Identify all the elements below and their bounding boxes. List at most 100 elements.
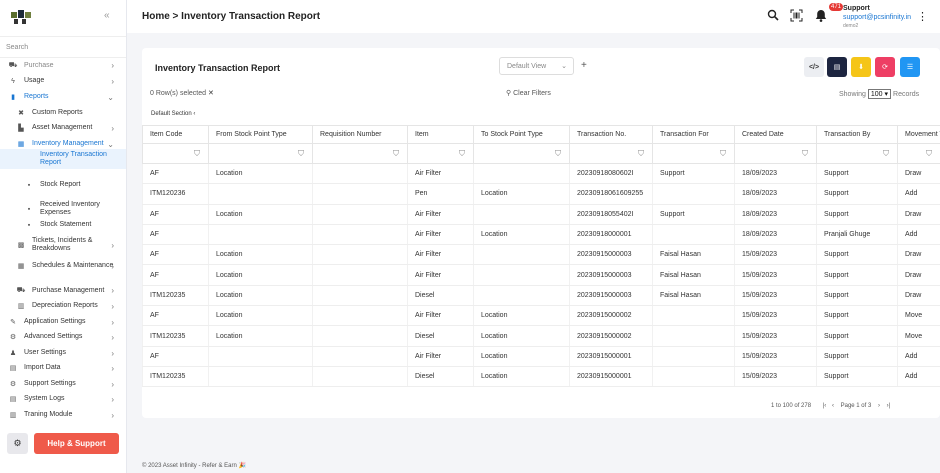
sidebar-item-depreciation-reports[interactable]: ▥ Depreciation Reports › [0,302,126,311]
cart-icon: ⛟ [16,287,26,294]
table-row[interactable]: AF Location Air Filter 20230915000003 Faisal… [142,244,940,266]
column-filter[interactable]: ⛉ [142,143,209,164]
sidebar-item-purchase-management[interactable]: ⛟ Purchase Management › [0,286,126,295]
table-row[interactable]: AF Location Air Filter Location 202309150000… [142,305,940,327]
first-page-icon[interactable]: |‹ [823,403,827,409]
sidebar-item-support-settings[interactable]: ⚙ Support Settings › [0,380,126,389]
filter-icon[interactable]: ⛉ [638,149,644,158]
table-row[interactable]: AF Air Filter Location 20230918000001 18/09/… [142,224,940,246]
sidebar-item-application-settings[interactable]: ✎ Application Settings › [0,318,126,327]
table-row[interactable]: AF Location Air Filter 20230918080602I Suppo… [142,163,940,185]
barcode-scan-icon[interactable] [790,9,803,25]
sidebar-item-asset-management[interactable]: ▙ Asset Management › [0,124,126,133]
records-label: Records [893,91,920,98]
footer: © 2023 Asset Infinity - Refer & Earn 🎉 [142,463,246,469]
sidebar-item-received-inventory-expenses[interactable]: ▪ Received Inventory Expenses [0,201,126,217]
filter-icon[interactable]: ⛉ [555,149,561,158]
sidebar-item-label: Purchase [24,61,54,69]
default-section-toggle[interactable]: Default Section ‹ [151,111,195,117]
clear-selection-icon[interactable]: ✕ [208,90,214,97]
column-header[interactable]: Item [407,125,474,144]
column-filter[interactable]: ⛉ [312,143,408,164]
records-per-page-select[interactable]: 100 ▾ [867,89,892,99]
code-view-button[interactable]: </> [804,57,824,77]
table-row[interactable]: ITM120236 Pen Location 20230918061609255 18/… [142,183,940,205]
sidebar-item-reports[interactable]: ▮ Reports ⌄ [0,92,126,102]
filter-icon[interactable]: ⛉ [194,149,200,158]
column-header[interactable]: Requisition Number [312,125,408,144]
filter-icon[interactable]: ⛉ [459,149,465,158]
add-view-icon[interactable]: + [581,60,587,71]
showing-label: Showing [839,91,866,98]
bell-icon[interactable] [815,9,827,25]
sidebar-item-schedules-maintenance[interactable]: ▦ Schedules & Maintenance › [0,262,126,271]
sidebar-search-input[interactable]: Search [0,36,126,58]
column-header[interactable]: Transaction No. [569,125,653,144]
column-settings-button[interactable]: ☰ [900,57,920,77]
sidebar-item-stock-statement[interactable]: ▪ Stock Statement [0,221,126,229]
table-row[interactable]: ITM120235 Diesel Location 20230915000001 15/… [142,366,940,388]
column-filter[interactable]: ⛉ [208,143,313,164]
table-cell [652,183,735,205]
table-cell: 18/09/2023 [734,183,817,205]
column-filter[interactable]: ⛉ [473,143,570,164]
search-icon[interactable] [767,9,779,24]
column-header[interactable]: Transaction For [652,125,735,144]
filter-icon[interactable]: ⛉ [802,149,808,158]
help-support-button[interactable]: Help & Support [34,433,119,454]
table-row[interactable]: ITM120235 Location Diesel 20230915000003 Fai… [142,285,940,307]
settings-gear-button[interactable]: ⚙ [7,433,28,454]
column-header[interactable]: Created Date [734,125,817,144]
sidebar-item-inventory-transaction-report[interactable]: Inventory Transaction Report [0,149,126,169]
last-page-icon[interactable]: ›| [887,403,891,409]
column-header[interactable]: Movement T [897,125,940,144]
sidebar-item-import-data[interactable]: ▤ Import Data › [0,364,126,373]
clear-filters-button[interactable]: ⚲ Clear Filters [506,89,551,97]
table-row[interactable]: AF Location Air Filter 20230918055402I Suppo… [142,204,940,225]
table-row[interactable]: AF Location Air Filter 20230915000003 Faisal… [142,264,940,286]
column-header[interactable]: From Stock Point Type [208,125,313,144]
sidebar-item-purchase[interactable]: ⛟ Purchase › [0,61,126,70]
column-filter[interactable]: ⛉ [734,143,817,164]
sidebar-item-tickets-incidents-breakdowns[interactable]: ▩ Tickets, Incidents & Breakdowns › [0,237,126,253]
filter-icon[interactable]: ⛉ [883,149,889,158]
sidebar-item-system-logs[interactable]: ▤ System Logs › [0,395,126,404]
view-select[interactable]: Default View ⌄ [499,57,574,75]
download-button[interactable]: ⬇ [851,57,871,77]
filter-icon[interactable]: ⛉ [298,149,304,158]
table-row[interactable]: ITM120235 Location Diesel Location 202309150… [142,325,940,347]
column-header[interactable]: Item Code [142,125,209,144]
column-filter[interactable]: ⛉ [569,143,653,164]
tools-icon: ✖ [18,110,24,117]
column-filter[interactable]: ⛉ [407,143,474,164]
sidebar-item-advanced-settings[interactable]: ⚙ Advanced Settings › [0,333,126,342]
filter-icon[interactable]: ⛉ [393,149,399,158]
column-filter[interactable]: ⛉ [816,143,898,164]
filter-icon[interactable]: ⛉ [926,149,932,158]
sidebar-item-label: Advanced Settings [24,333,83,340]
sidebar-item-custom-reports[interactable]: ✖ Custom Reports [0,109,126,117]
next-page-icon[interactable]: › [878,403,880,409]
column-filter[interactable]: ⛉ [897,143,940,164]
prev-page-icon[interactable]: ‹ [832,403,834,409]
table-cell [652,346,735,367]
chart-icon: ▥ [17,303,25,310]
pdf-export-button[interactable]: ▤ [827,57,847,77]
table-row[interactable]: AF Air Filter Location 20230915000001 15/09/… [142,346,940,367]
user-profile[interactable]: Support support@pcsinfinity.in demo2 [843,4,911,31]
table-cell: Support [816,285,898,307]
chevron-down-icon: ⌄ [107,92,114,102]
sidebar-item-usage[interactable]: ϟ Usage › [0,77,126,86]
sidebar-item-stock-report[interactable]: ▪ Stock Report [0,181,126,189]
column-header[interactable]: To Stock Point Type [473,125,570,144]
column-filter[interactable]: ⛉ [652,143,735,164]
asset-infinity-logo[interactable] [10,6,32,28]
sidebar-item-user-settings[interactable]: ♟ User Settings › [0,349,126,358]
more-vertical-icon[interactable]: ⋮ [917,10,928,23]
collapse-sidebar-icon[interactable]: « [104,10,110,21]
sidebar-item-traning-module[interactable]: ▥ Traning Module › [0,411,126,420]
filter-icon[interactable]: ⛉ [720,149,726,158]
sidebar-item-inventory-management[interactable]: ▦ Inventory Management ⌄ [0,140,126,149]
refresh-button[interactable]: ⟳ [875,57,895,77]
column-header[interactable]: Transaction By [816,125,898,144]
